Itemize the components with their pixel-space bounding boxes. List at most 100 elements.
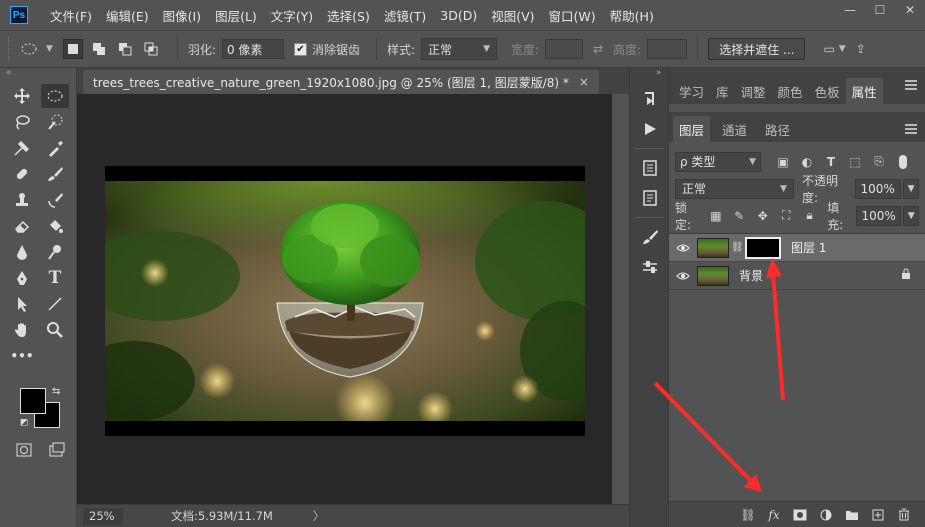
paint-bucket-tool-icon[interactable] <box>41 214 69 238</box>
height-input[interactable] <box>647 39 688 59</box>
document-tab[interactable]: trees_trees_creative_nature_green_1920x1… <box>83 70 599 94</box>
path-selection-tool-icon[interactable] <box>8 292 36 316</box>
minimize-icon[interactable]: — <box>835 0 865 20</box>
layer-name[interactable]: 图层 1 <box>791 239 826 256</box>
line-tool-icon[interactable] <box>41 292 69 316</box>
filter-smart-object-icon[interactable]: ⎘ <box>869 153 889 171</box>
new-selection-icon[interactable] <box>62 39 83 59</box>
feather-input[interactable]: 0 像素 <box>221 39 284 59</box>
filter-adjustment-icon[interactable]: ◐ <box>797 153 817 171</box>
chevron-down-icon[interactable]: ▼ <box>839 44 846 54</box>
history-brush-tool-icon[interactable] <box>41 188 69 212</box>
lock-position-icon[interactable]: ✥ <box>753 207 772 225</box>
eraser-tool-icon[interactable] <box>8 214 36 238</box>
zoom-level-field[interactable]: 25% <box>83 507 123 525</box>
properties-panel-icon[interactable] <box>636 155 664 181</box>
swap-dimensions-icon[interactable]: ⇄ <box>593 42 603 56</box>
collapse-icon[interactable]: » <box>630 68 668 82</box>
fill-input[interactable]: 100% <box>856 205 902 226</box>
add-mask-icon[interactable] <box>787 505 813 525</box>
blur-tool-icon[interactable] <box>8 240 36 264</box>
style-select[interactable]: 正常 ▼ <box>421 38 498 60</box>
tab-paths[interactable]: 路径 <box>759 116 796 142</box>
layer-row[interactable]: 背景 <box>669 262 925 290</box>
tab-libraries[interactable]: 库 <box>710 78 735 104</box>
screen-mode-icon[interactable] <box>43 438 71 462</box>
menu-file[interactable]: 文件(F) <box>50 6 92 25</box>
close-icon[interactable]: ✕ <box>895 0 925 20</box>
tab-color[interactable]: 颜色 <box>772 78 809 104</box>
elliptical-marquee-tool-icon[interactable] <box>41 84 69 108</box>
visibility-eye-icon[interactable] <box>669 271 697 281</box>
collapse-icon[interactable]: « <box>0 68 76 80</box>
close-icon[interactable]: × <box>579 75 589 89</box>
panel-menu-icon[interactable] <box>905 80 917 90</box>
menu-image[interactable]: 图像(I) <box>163 6 201 25</box>
new-layer-icon[interactable] <box>865 505 891 525</box>
status-menu-arrow[interactable]: 〉 <box>313 508 325 524</box>
pen-tool-icon[interactable] <box>8 266 36 290</box>
workspace-icon[interactable]: ▭ <box>823 42 834 56</box>
add-selection-icon[interactable] <box>89 39 109 59</box>
menu-window[interactable]: 窗口(W) <box>549 6 596 25</box>
zoom-tool-icon[interactable] <box>41 318 69 342</box>
eyedropper-tool-icon[interactable] <box>41 136 69 160</box>
link-icon[interactable]: ⛓ <box>735 505 761 525</box>
blend-mode-select[interactable]: 正常 ▼ <box>675 178 794 199</box>
actions-play-icon[interactable] <box>636 116 664 142</box>
layer-row[interactable]: ⛓ 图层 1 <box>669 234 925 262</box>
opacity-dropdown-icon[interactable]: ▼ <box>903 178 919 199</box>
menu-type[interactable]: 文字(Y) <box>271 6 313 25</box>
layer-mask-thumbnail[interactable] <box>745 236 781 259</box>
quick-mask-icon[interactable] <box>10 438 38 462</box>
share-icon[interactable]: ⇪ <box>856 42 866 56</box>
tab-adjustments[interactable]: 调整 <box>735 78 772 104</box>
visibility-eye-icon[interactable] <box>669 243 697 253</box>
chevron-down-icon[interactable]: ▼ <box>46 44 53 54</box>
type-tool-icon[interactable]: T <box>41 266 69 290</box>
panel-menu-icon[interactable] <box>905 124 917 134</box>
adjustment-icon[interactable] <box>813 505 839 525</box>
folder-icon[interactable] <box>839 505 865 525</box>
menu-3d[interactable]: 3D(D) <box>440 8 477 23</box>
fill-dropdown-icon[interactable]: ▼ <box>903 205 919 226</box>
dodge-tool-icon[interactable] <box>41 240 69 264</box>
elliptical-marquee-preset-icon[interactable] <box>20 39 40 59</box>
document-canvas[interactable] <box>105 166 585 436</box>
layer-thumbnail[interactable] <box>697 237 729 258</box>
default-colors-icon[interactable]: ◩ <box>20 418 29 428</box>
hand-tool-icon[interactable] <box>8 318 36 342</box>
move-tool-icon[interactable] <box>8 84 36 108</box>
menu-edit[interactable]: 编辑(E) <box>106 6 149 25</box>
lasso-tool-icon[interactable] <box>8 110 36 134</box>
trash-icon[interactable] <box>891 505 917 525</box>
layer-filter-select[interactable]: ρ 类型 ▼ <box>675 151 761 172</box>
antialias-checkbox[interactable]: ✔ <box>293 42 307 56</box>
tab-swatches[interactable]: 色板 <box>809 78 846 104</box>
tab-learn[interactable]: 学习 <box>673 78 710 104</box>
width-input[interactable] <box>545 39 584 59</box>
history-panel-icon[interactable] <box>636 86 664 112</box>
options-grip[interactable] <box>8 37 12 61</box>
healing-brush-tool-icon[interactable] <box>8 162 36 186</box>
opacity-input[interactable]: 100% <box>855 178 902 199</box>
tab-layers[interactable]: 图层 <box>673 116 711 142</box>
menu-select[interactable]: 选择(S) <box>327 6 370 25</box>
tool-presets-icon[interactable] <box>636 254 664 280</box>
filter-shape-icon[interactable]: ⬚ <box>845 153 865 171</box>
quick-selection-tool-icon[interactable] <box>41 110 69 134</box>
lock-transparent-icon[interactable]: ▦ <box>706 207 725 225</box>
lock-artboard-icon[interactable]: ⛶ <box>776 207 795 225</box>
brush-tool-icon[interactable] <box>41 162 69 186</box>
layer-thumbnail[interactable] <box>697 265 729 286</box>
layer-name[interactable]: 背景 <box>739 267 763 284</box>
filter-toggle-icon[interactable] <box>893 153 913 171</box>
lock-image-icon[interactable]: ✎ <box>730 207 749 225</box>
paragraph-panel-icon[interactable] <box>636 185 664 211</box>
subtract-selection-icon[interactable] <box>115 39 135 59</box>
lock-all-icon[interactable]: 🔒︎ <box>800 207 819 225</box>
filter-type-icon[interactable]: T <box>821 153 841 171</box>
menu-view[interactable]: 视图(V) <box>491 6 534 25</box>
clone-stamp-tool-icon[interactable] <box>8 188 36 212</box>
brush-settings-icon[interactable] <box>636 224 664 250</box>
